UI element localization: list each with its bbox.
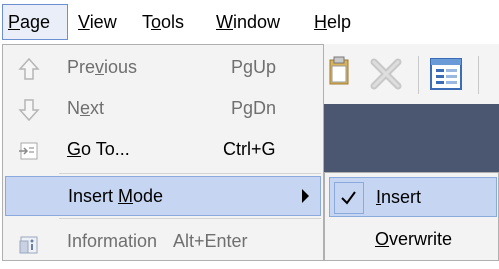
shortcut-text: Alt+Enter (173, 231, 248, 251)
delete-icon[interactable] (366, 54, 406, 94)
arrow-up-icon (17, 55, 41, 80)
menu-tools-rest: ols (161, 12, 185, 32)
page-menu-dropdown: Previous PgUp Next PgDn Go To... Ctrl+G … (2, 44, 324, 261)
menu-tools[interactable]: Tools (136, 4, 190, 40)
menu-item-information-label: Information (67, 231, 158, 251)
arrow-down-icon (17, 96, 41, 122)
menu-page-mnemonic: P (8, 12, 21, 32)
menu-page-rest: age (20, 12, 51, 32)
form-view-icon[interactable] (426, 54, 466, 94)
menu-help-rest: elp (327, 12, 352, 32)
menu-window-mnemonic: W (216, 12, 233, 32)
shortcut-text: PgUp (231, 57, 277, 77)
menu-view[interactable]: View (72, 4, 123, 40)
menu-item-next-label: Next (67, 98, 105, 118)
menu-tools-mnemonic: o (151, 12, 162, 32)
insert-mode-submenu: Insert Overwrite (324, 172, 499, 261)
menu-page[interactable]: Page (2, 4, 68, 40)
menu-item-previous-label: Previous (67, 57, 138, 77)
submenu-item-insert[interactable]: Insert (329, 177, 497, 217)
menu-window[interactable]: Window (210, 4, 286, 40)
menu-item-insert-mode[interactable]: Insert Mode (5, 176, 321, 216)
menu-tools-pre: T (142, 12, 151, 32)
menu-separator (59, 173, 321, 174)
goto-page-icon (17, 137, 41, 161)
app-workspace (322, 104, 499, 174)
submenu-item-overwrite[interactable]: Overwrite (329, 221, 497, 257)
toolbar-separator (478, 56, 479, 94)
menu-bar: Page View Tools Window Help (0, 0, 499, 44)
menu-item-goto[interactable]: Go To... Ctrl+G (3, 129, 323, 169)
menu-item-previous[interactable]: Previous PgUp (3, 47, 323, 87)
menu-view-mnemonic: V (78, 12, 90, 32)
menu-view-rest: iew (89, 12, 117, 32)
menu-help[interactable]: Help (308, 4, 357, 40)
check-icon (334, 182, 364, 214)
submenu-arrow-icon (302, 189, 309, 203)
menu-window-rest: indow (233, 12, 281, 32)
shortcut-text: PgDn (231, 98, 277, 118)
toolbar (322, 44, 499, 104)
menu-item-goto-label: Go To... (67, 139, 130, 159)
menu-separator (59, 218, 321, 219)
submenu-item-insert-label: Insert (376, 187, 422, 207)
shortcut-text: Ctrl+G (223, 139, 276, 159)
menu-item-information[interactable]: Information Alt+Enter (3, 221, 323, 261)
menu-item-next[interactable]: Next PgDn (3, 88, 323, 128)
information-icon (17, 229, 41, 254)
toolbar-separator (418, 56, 419, 94)
submenu-item-overwrite-label: Overwrite (375, 229, 453, 249)
menu-help-mnemonic: H (314, 12, 327, 32)
menu-item-insert-mode-label: Insert Mode (68, 186, 164, 206)
paste-icon[interactable] (328, 54, 350, 88)
